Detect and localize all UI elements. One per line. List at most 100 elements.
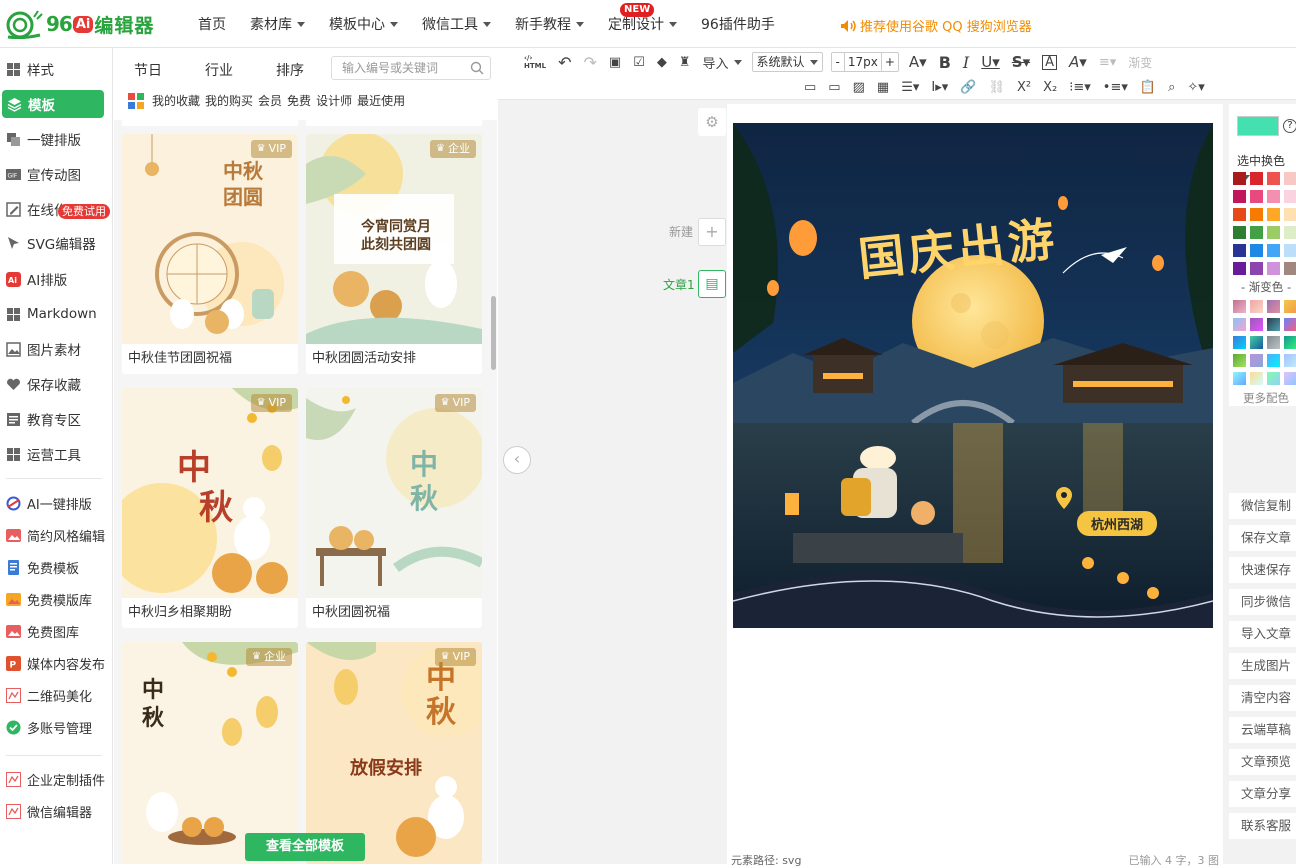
gradient-swatch[interactable] bbox=[1284, 318, 1296, 331]
color-swatch[interactable] bbox=[1284, 190, 1296, 203]
font-color-icon[interactable]: A▾ bbox=[909, 53, 927, 71]
right-action-button[interactable]: 快速保存 bbox=[1229, 557, 1296, 583]
nav-wechat-tools[interactable]: 微信工具 bbox=[422, 14, 491, 34]
link-icon[interactable]: 🔗 bbox=[960, 80, 976, 95]
right-action-button[interactable]: 文章分享 bbox=[1229, 781, 1296, 807]
paste-icon[interactable]: 📋 bbox=[1140, 80, 1156, 95]
color-swatch[interactable] bbox=[1250, 226, 1263, 239]
article-doc-icon[interactable]: ▤ bbox=[698, 270, 726, 298]
nav-plugin[interactable]: 96插件助手 bbox=[701, 14, 775, 34]
underline-icon[interactable]: U▾ bbox=[981, 53, 1000, 71]
more-colors-link[interactable]: 更多配色 bbox=[1243, 390, 1289, 406]
template-card[interactable]: 中秋 ♛ 企业 bbox=[122, 642, 298, 864]
import-button[interactable]: 导入 bbox=[702, 53, 742, 72]
color-swatch[interactable] bbox=[1267, 172, 1280, 185]
tab-sort[interactable]: 排序 bbox=[276, 60, 304, 80]
help-icon[interactable]: ? bbox=[1283, 119, 1296, 133]
format-brush-icon[interactable]: ♜ bbox=[679, 55, 691, 70]
right-action-button[interactable]: 云端草稿 bbox=[1229, 717, 1296, 743]
sidebar-item-gif[interactable]: GIF 宣传动图 bbox=[6, 162, 81, 186]
sidebar-item-ops-tools[interactable]: 运营工具 bbox=[6, 442, 81, 466]
gradient-swatch[interactable] bbox=[1233, 354, 1246, 367]
unordered-list-icon[interactable]: •≡▾ bbox=[1103, 80, 1128, 95]
font-family-select[interactable]: 系统默认 bbox=[751, 52, 823, 72]
gradient-swatch[interactable] bbox=[1233, 300, 1246, 313]
checkbox-icon[interactable]: ☑ bbox=[633, 55, 645, 70]
new-article-label[interactable]: 新建 bbox=[669, 223, 693, 240]
tab-festival[interactable]: 节日 bbox=[134, 60, 162, 80]
article-tab-label[interactable]: 文章1 bbox=[663, 276, 695, 293]
color-swatch[interactable] bbox=[1233, 244, 1246, 257]
filter-designer[interactable]: 设计师 bbox=[316, 92, 352, 109]
add-article-icon[interactable]: + bbox=[698, 218, 726, 246]
gradient-swatch[interactable] bbox=[1250, 300, 1263, 313]
gradient-swatch[interactable] bbox=[1250, 372, 1263, 385]
color-swatch[interactable] bbox=[1250, 244, 1263, 257]
sidebar-link-multi-account[interactable]: 多账号管理 bbox=[6, 715, 92, 739]
color-swatch[interactable] bbox=[1267, 262, 1280, 275]
sidebar-item-markdown[interactable]: Markdown bbox=[6, 302, 97, 326]
gradient-swatch[interactable] bbox=[1233, 372, 1246, 385]
right-action-button[interactable]: 微信复制 bbox=[1229, 493, 1296, 519]
search-replace-icon[interactable]: ⌕ bbox=[1168, 80, 1175, 95]
nav-custom-design[interactable]: 定制设计 bbox=[608, 14, 677, 34]
sidebar-item-templates[interactable]: 模板 bbox=[2, 90, 104, 118]
text-border-icon[interactable]: A bbox=[1042, 54, 1058, 70]
collapse-panel-button[interactable]: ‹ bbox=[503, 446, 531, 474]
gradient-swatch[interactable] bbox=[1267, 300, 1280, 313]
sidebar-item-education[interactable]: 教育专区 bbox=[6, 407, 81, 431]
html-source-icon[interactable]: ‹/› HTML bbox=[524, 54, 546, 70]
nav-templates[interactable]: 模板中心 bbox=[329, 14, 398, 34]
color-swatch[interactable] bbox=[1284, 208, 1296, 221]
right-action-button[interactable]: 生成图片 bbox=[1229, 653, 1296, 679]
color-swatch[interactable] bbox=[1233, 172, 1246, 185]
sidebar-link-free-gallery[interactable]: 免费图库 bbox=[6, 619, 79, 643]
filter-favorites[interactable]: 我的收藏 bbox=[152, 92, 200, 109]
color-swatch[interactable] bbox=[1233, 190, 1246, 203]
superscript-icon[interactable]: X² bbox=[1017, 80, 1031, 95]
gradient-swatch[interactable] bbox=[1267, 372, 1280, 385]
color-swatch[interactable] bbox=[1233, 208, 1246, 221]
font-size-stepper[interactable]: - 17px + bbox=[830, 52, 899, 72]
sidebar-link-free-template-lib[interactable]: 免费模版库 bbox=[6, 587, 92, 611]
settings-gear-icon[interactable]: ⚙ bbox=[698, 108, 726, 136]
right-action-button[interactable]: 联系客服 bbox=[1229, 813, 1296, 839]
eraser-icon[interactable]: ◆ bbox=[657, 55, 667, 70]
view-all-templates-button[interactable]: 查看全部模板 bbox=[245, 833, 365, 861]
ordered-list-icon[interactable]: ⁝≡▾ bbox=[1069, 80, 1091, 95]
size-minus-button[interactable]: - bbox=[832, 53, 845, 71]
gradient-swatch[interactable] bbox=[1233, 318, 1246, 331]
filter-purchased[interactable]: 我的购买 bbox=[205, 92, 253, 109]
gradient-swatch[interactable] bbox=[1284, 354, 1296, 367]
gradient-swatch[interactable] bbox=[1250, 336, 1263, 349]
tab-industry[interactable]: 行业 bbox=[205, 60, 233, 80]
magic-wand-icon[interactable]: ✧▾ bbox=[1187, 80, 1204, 95]
sidebar-link-simple-style[interactable]: 简约风格编辑 bbox=[6, 523, 105, 547]
template-scrollbar[interactable] bbox=[491, 296, 496, 370]
template-card[interactable]: 中秋 ♛ VIP 中秋团圆祝福 bbox=[306, 388, 482, 628]
sidebar-item-svg-editor[interactable]: SVG编辑器 bbox=[6, 231, 96, 255]
background-icon[interactable]: ▨ bbox=[853, 80, 865, 95]
strikethrough-icon[interactable]: S▾ bbox=[1012, 53, 1030, 71]
image-insert-icon[interactable]: ▭ bbox=[828, 80, 840, 95]
color-swatch[interactable] bbox=[1284, 262, 1296, 275]
sidebar-link-free-templates[interactable]: 免费模板 bbox=[6, 555, 79, 579]
right-action-button[interactable]: 保存文章 bbox=[1229, 525, 1296, 551]
gradient-swatch[interactable] bbox=[1284, 300, 1296, 313]
right-action-button[interactable]: 清空内容 bbox=[1229, 685, 1296, 711]
color-swatch[interactable] bbox=[1250, 190, 1263, 203]
subscript-icon[interactable]: X₂ bbox=[1043, 80, 1057, 95]
color-swatch[interactable] bbox=[1233, 262, 1246, 275]
sidebar-item-images[interactable]: 图片素材 bbox=[6, 337, 81, 361]
logo[interactable]: 96 Ai 编辑器 bbox=[4, 7, 154, 41]
align-icon[interactable]: ≡▾ bbox=[1099, 55, 1116, 70]
gradient-button[interactable]: 渐变 bbox=[1128, 54, 1152, 71]
sidebar-link-ai-one-click[interactable]: AI一键排版 bbox=[6, 491, 92, 515]
table-icon[interactable]: ▦ bbox=[877, 80, 889, 95]
color-swatch[interactable] bbox=[1250, 172, 1263, 185]
gradient-swatch[interactable] bbox=[1250, 354, 1263, 367]
bold-icon[interactable]: B bbox=[939, 53, 951, 72]
image-icon[interactable]: ▭ bbox=[804, 80, 816, 95]
gradient-swatch[interactable] bbox=[1267, 318, 1280, 331]
sidebar-link-enterprise-plugin[interactable]: 企业定制插件 bbox=[6, 767, 105, 791]
